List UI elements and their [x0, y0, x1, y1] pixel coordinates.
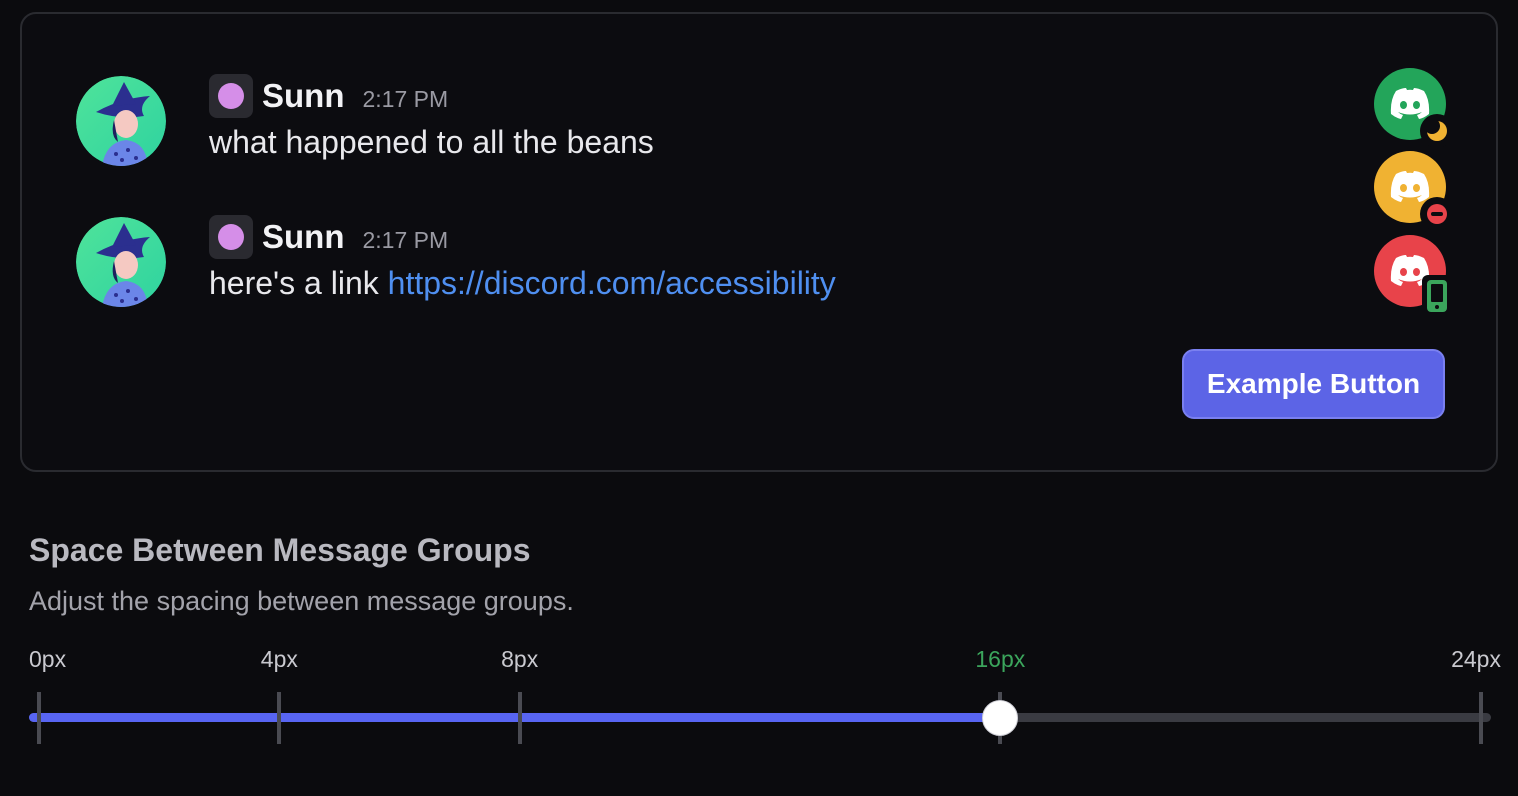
slider-tick-label[interactable]: 24px	[1451, 646, 1501, 673]
bot-avatar-mobile[interactable]	[1374, 235, 1452, 317]
message-text: here's a link	[209, 265, 388, 301]
user-avatar[interactable]	[76, 76, 166, 166]
message-preview-card: Sunn 2:17 PM what happened to all the be…	[20, 12, 1498, 472]
idle-moon-icon	[1420, 114, 1454, 148]
setting-description: Adjust the spacing between message group…	[29, 586, 574, 616]
slider-tick	[517, 692, 522, 744]
slider-thumb[interactable]	[982, 700, 1019, 736]
message-header: Sunn 2:17 PM	[209, 74, 448, 118]
slider-tick	[1479, 692, 1483, 744]
setting-title: Space Between Message Groups	[29, 532, 531, 568]
slider-track-fill	[29, 713, 1001, 722]
message-link[interactable]: https://discord.com/accessibility	[388, 265, 836, 301]
username[interactable]: Sunn	[262, 77, 344, 115]
slider-tick-label[interactable]: 16px	[975, 646, 1025, 673]
bot-avatar-dnd[interactable]	[1374, 151, 1454, 231]
message-timestamp: 2:17 PM	[362, 85, 449, 112]
message-header: Sunn 2:17 PM	[209, 215, 448, 259]
message-content: what happened to all the beans	[209, 124, 654, 160]
username[interactable]: Sunn	[262, 218, 344, 256]
example-button[interactable]: Example Button	[1182, 349, 1445, 419]
role-icon[interactable]	[209, 215, 253, 259]
message-timestamp: 2:17 PM	[362, 226, 449, 253]
slider-tick	[277, 692, 282, 744]
bot-avatar-idle[interactable]	[1374, 68, 1454, 148]
role-icon[interactable]	[209, 74, 253, 118]
discord-logo-icon	[1390, 171, 1430, 202]
do-not-disturb-icon	[1420, 197, 1454, 231]
mobile-phone-icon	[1422, 275, 1452, 317]
message-content: here's a link https://discord.com/access…	[209, 265, 836, 302]
slider-tick	[37, 692, 41, 744]
spacing-slider[interactable]	[29, 686, 1491, 750]
discord-logo-icon	[1390, 88, 1430, 119]
slider-tick-label[interactable]: 8px	[501, 646, 538, 673]
user-avatar[interactable]	[76, 217, 166, 307]
slider-tick-label[interactable]: 4px	[261, 646, 298, 673]
slider-tick-label[interactable]: 0px	[29, 646, 66, 673]
